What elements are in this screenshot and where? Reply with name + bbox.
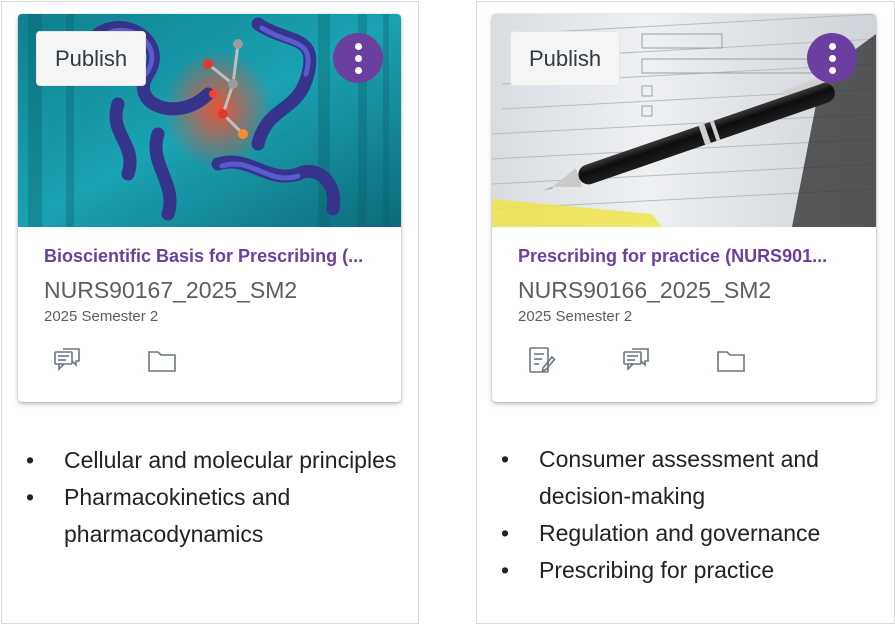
course-term: 2025 Semester 2: [518, 308, 633, 325]
card-options-menu-icon[interactable]: [807, 33, 857, 83]
course-card[interactable]: Publish Prescribing for practice (NURS90…: [492, 14, 876, 402]
course-card-image[interactable]: Publish: [18, 14, 401, 227]
course-panel-2: Publish Prescribing for practice (NURS90…: [476, 1, 895, 624]
course-panel-1: Publish Bioscientific Basis for Prescrib…: [1, 1, 419, 624]
publish-button[interactable]: Publish: [36, 31, 147, 86]
list-item: Cellular and molecular principles: [26, 442, 408, 479]
course-term: 2025 Semester 2: [44, 308, 159, 325]
assignments-icon[interactable]: [525, 344, 557, 376]
publish-button[interactable]: Publish: [510, 31, 621, 86]
list-item: Prescribing for practice: [501, 552, 884, 589]
course-name-link[interactable]: Prescribing for practice (NURS901...: [518, 243, 856, 269]
course-code: NURS90166_2025_SM2: [518, 277, 772, 303]
files-icon[interactable]: [715, 344, 747, 376]
list-item: Pharmacokinetics and pharmacodynamics: [26, 479, 408, 553]
files-icon[interactable]: [146, 344, 178, 376]
course-name-link[interactable]: Bioscientific Basis for Prescribing (...: [44, 243, 381, 269]
discussions-icon[interactable]: [51, 344, 83, 376]
list-item: Consumer assessment and decision-making: [501, 441, 884, 515]
course-code: NURS90167_2025_SM2: [44, 277, 298, 303]
discussions-icon[interactable]: [620, 344, 652, 376]
card-options-menu-icon[interactable]: [333, 33, 383, 83]
course-card-image[interactable]: Publish: [492, 14, 876, 227]
course-topics-list: Cellular and molecular principles Pharma…: [26, 442, 408, 553]
course-topics-list: Consumer assessment and decision-making …: [501, 441, 884, 589]
list-item: Regulation and governance: [501, 515, 884, 552]
course-card[interactable]: Publish Bioscientific Basis for Prescrib…: [18, 14, 401, 402]
